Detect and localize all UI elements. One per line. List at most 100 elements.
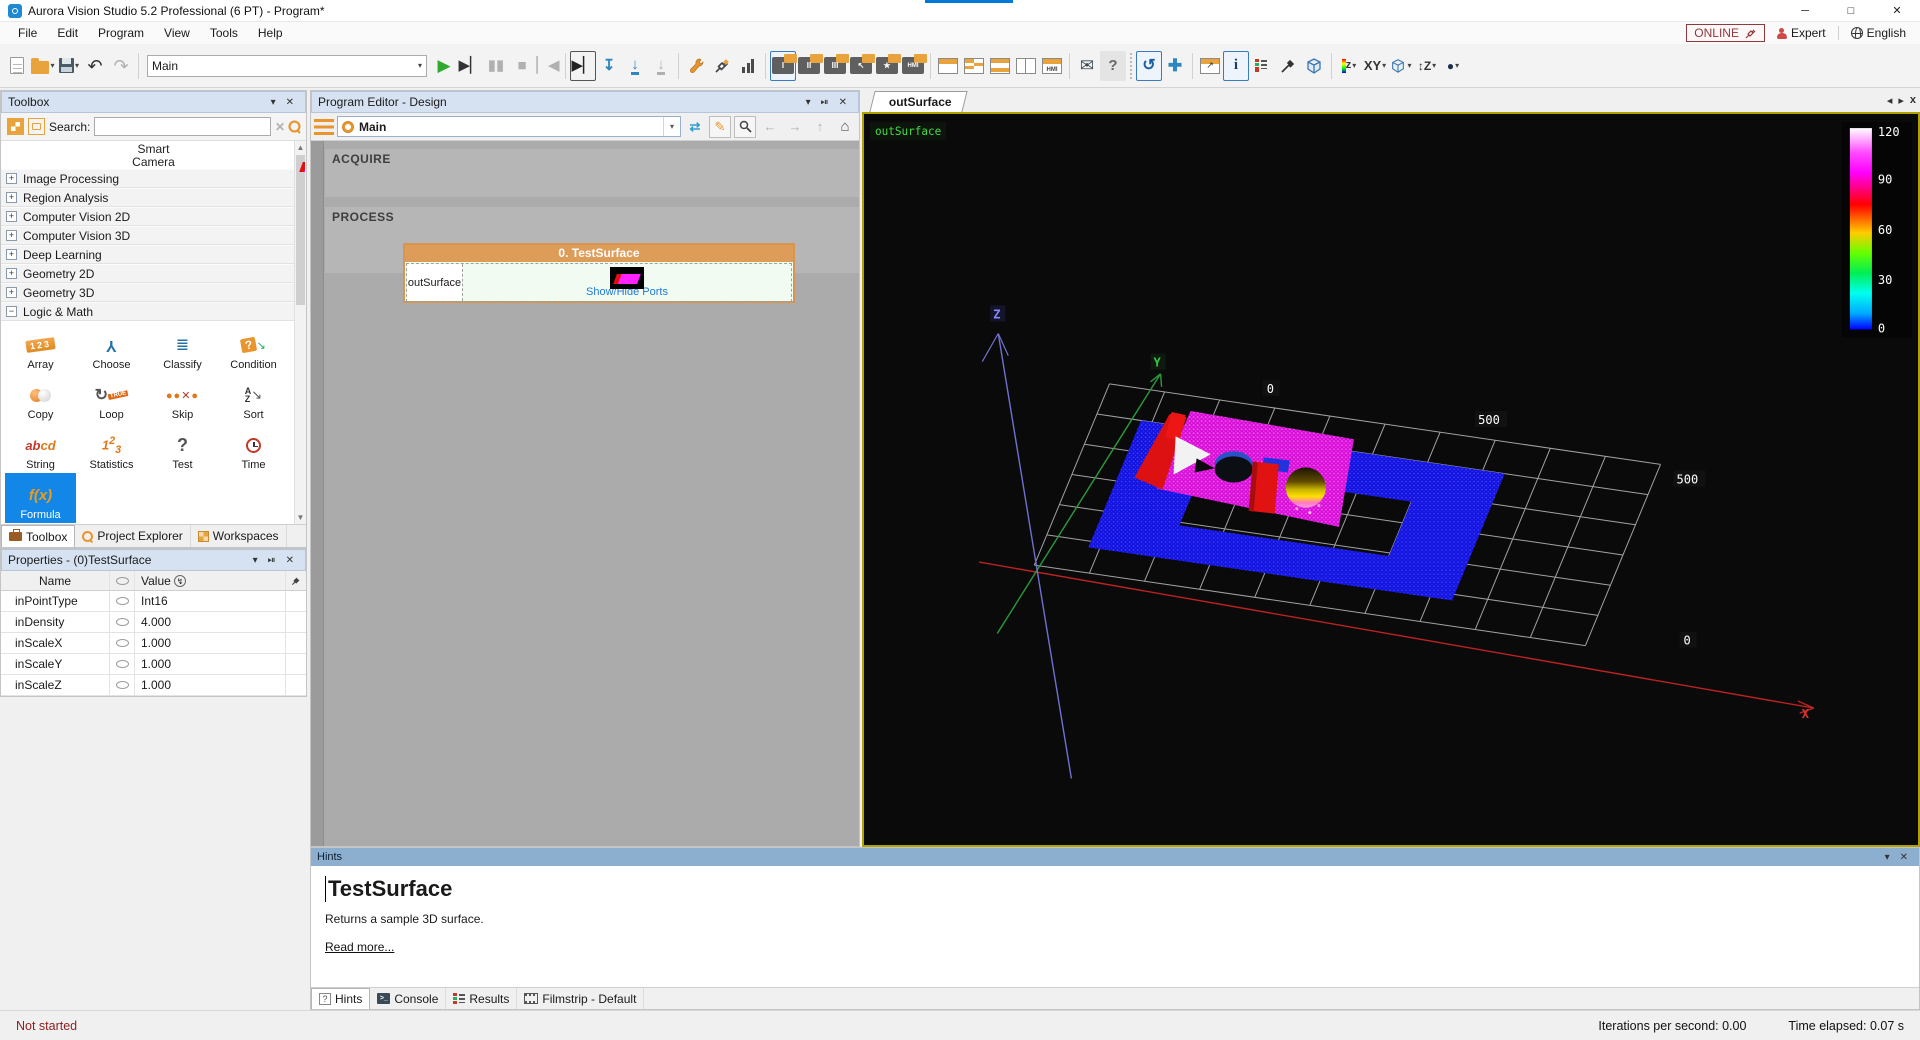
connect-device-button[interactable]	[709, 51, 735, 81]
find-button[interactable]	[734, 116, 756, 138]
search-plus-icon[interactable]	[288, 120, 300, 132]
property-row[interactable]: inDensity 4.000	[1, 612, 306, 633]
tab-results[interactable]: Results	[446, 988, 517, 1009]
tool-formula[interactable]: f(x)Formula	[5, 473, 76, 523]
category-logic-math[interactable]: −Logic & Math	[1, 302, 306, 321]
category-geometry-3d[interactable]: +Geometry 3D	[1, 283, 306, 302]
close-icon[interactable]: ✕	[281, 97, 299, 108]
step-into-button[interactable]: ↧	[596, 51, 622, 81]
property-row[interactable]: inScaleY 1.000	[1, 654, 306, 675]
compare-button[interactable]: ⇄	[684, 116, 706, 138]
single-iteration-button[interactable]: ▶▏	[570, 51, 596, 81]
preview-window-3-button[interactable]: III	[822, 51, 848, 81]
tool-statistics[interactable]: 123Statistics	[76, 423, 147, 473]
online-toggle[interactable]: ONLINE	[1686, 24, 1765, 42]
layout-rows-button[interactable]	[987, 51, 1013, 81]
tool-time[interactable]: Time	[218, 423, 289, 473]
tool-string[interactable]: abcdString	[5, 423, 76, 473]
property-row[interactable]: inScaleZ 1.000	[1, 675, 306, 696]
pan-view-button[interactable]: ✚	[1162, 51, 1188, 81]
view-cube-select[interactable]: ▾	[1388, 51, 1414, 81]
statistics-button[interactable]	[735, 51, 761, 81]
category-image-processing[interactable]: +Image Processing	[1, 169, 306, 188]
expand-icon[interactable]: +	[6, 249, 17, 260]
visibility-toggle[interactable]	[109, 654, 135, 674]
point-size-select[interactable]: ●▾	[1440, 51, 1466, 81]
settings-button[interactable]	[683, 51, 709, 81]
col-name[interactable]: Name	[1, 574, 109, 588]
chevron-down-icon[interactable]: ▾	[663, 117, 680, 136]
expand-icon[interactable]: +	[6, 173, 17, 184]
category-computer-vision-2d[interactable]: +Computer Vision 2D	[1, 207, 306, 226]
undo-button[interactable]: ↶	[82, 51, 108, 81]
view-3d-button[interactable]	[1301, 51, 1327, 81]
tab-scroll-right-icon[interactable]: ▸	[1898, 94, 1904, 107]
nav-home-button[interactable]: ⌂	[834, 116, 856, 138]
expand-icon[interactable]: +	[6, 287, 17, 298]
property-row[interactable]: inPointType Int16	[1, 591, 306, 612]
category-computer-vision-3d[interactable]: +Computer Vision 3D	[1, 226, 306, 245]
menu-program[interactable]: Program	[88, 23, 154, 43]
update-previews-button[interactable]: ↓	[648, 51, 674, 81]
scroll-up-icon[interactable]: ▲	[295, 141, 306, 152]
projection-xy-select[interactable]: XY▾	[1362, 51, 1388, 81]
scale-z-select[interactable]: ↕Z▾	[1414, 51, 1440, 81]
visibility-toggle[interactable]	[109, 612, 135, 632]
tab-toolbox[interactable]: Toolbox	[1, 525, 75, 547]
tool-condition[interactable]: ?↘Condition	[218, 323, 289, 373]
tool-skip[interactable]: ●●✕●Skip	[147, 373, 218, 423]
search-input[interactable]	[94, 117, 271, 136]
tool-loop[interactable]: ↻TRUELoop	[76, 373, 147, 423]
expert-mode[interactable]: Expert	[1777, 26, 1826, 40]
block-title[interactable]: 0. TestSurface	[405, 245, 793, 262]
menu-tools[interactable]: Tools	[200, 23, 248, 43]
maximize-button[interactable]: □	[1828, 0, 1874, 22]
scroll-down-icon[interactable]: ▼	[295, 513, 306, 522]
tab-hints[interactable]: ?Hints	[311, 988, 370, 1009]
pin-icon[interactable]: ⏯	[263, 555, 281, 566]
help-button[interactable]: ?	[1100, 51, 1126, 81]
save-program-button[interactable]: ▾	[56, 51, 82, 81]
info-overlay-button[interactable]: i	[1223, 51, 1249, 81]
visibility-toggle[interactable]	[109, 591, 135, 611]
layout-single-button[interactable]	[935, 51, 961, 81]
macro-selector[interactable]: Main ▾	[147, 55, 427, 77]
tool-array[interactable]: 123Array	[5, 323, 76, 373]
category-deep-learning[interactable]: +Deep Learning	[1, 245, 306, 264]
collapse-icon[interactable]: −	[6, 306, 17, 317]
panel-menu-icon[interactable]: ▾	[266, 97, 281, 108]
expand-icon[interactable]: +	[6, 268, 17, 279]
menu-file[interactable]: File	[8, 23, 47, 43]
close-icon[interactable]: ✕	[834, 97, 852, 108]
process-section[interactable]: PROCESS 0. TestSurface outSurface Show/H…	[325, 207, 859, 273]
testsurface-block[interactable]: 0. TestSurface outSurface Show/Hide Port…	[403, 243, 795, 303]
property-value[interactable]: 1.000	[135, 636, 285, 650]
property-value[interactable]: 1.000	[135, 678, 285, 692]
acquire-section[interactable]: ACQUIRE	[325, 149, 859, 197]
program-editor-canvas[interactable]: ACQUIRE PROCESS 0. TestSurface outSurfac…	[311, 141, 859, 846]
tab-console[interactable]: >_Console	[370, 988, 446, 1009]
close-icon[interactable]: ✕	[1895, 852, 1913, 863]
menu-edit[interactable]: Edit	[47, 23, 88, 43]
iterate-back-button[interactable]: ▏◀	[535, 51, 561, 81]
preview-window-new-button[interactable]: ★	[874, 51, 900, 81]
read-more-link[interactable]: Read more...	[325, 940, 394, 954]
property-row[interactable]: inScaleX 1.000	[1, 633, 306, 654]
property-value[interactable]: Int16	[135, 594, 285, 608]
sections-menu-icon[interactable]	[314, 119, 334, 135]
preview-window-1-button[interactable]: I	[770, 51, 796, 81]
tab-outsurface[interactable]: outSurface	[869, 91, 967, 112]
language-select[interactable]: English	[1851, 26, 1906, 40]
tool-classify[interactable]: ≣Classify	[147, 323, 218, 373]
layout-columns-button[interactable]	[1013, 51, 1039, 81]
color-mode-select[interactable]: z ▾	[1336, 51, 1362, 81]
tool-copy[interactable]: Copy	[5, 373, 76, 423]
category-region-analysis[interactable]: +Region Analysis	[1, 188, 306, 207]
pin-icon[interactable]: ⏯	[816, 97, 834, 108]
grid-view-toggle[interactable]	[7, 118, 24, 135]
panel-menu-icon[interactable]: ▾	[1880, 852, 1895, 863]
property-value[interactable]: 1.000	[135, 657, 285, 671]
clear-search-icon[interactable]: ✕	[275, 120, 285, 134]
iterate-current-button[interactable]: ↓	[622, 51, 648, 81]
send-feedback-button[interactable]: ✉	[1074, 51, 1100, 81]
